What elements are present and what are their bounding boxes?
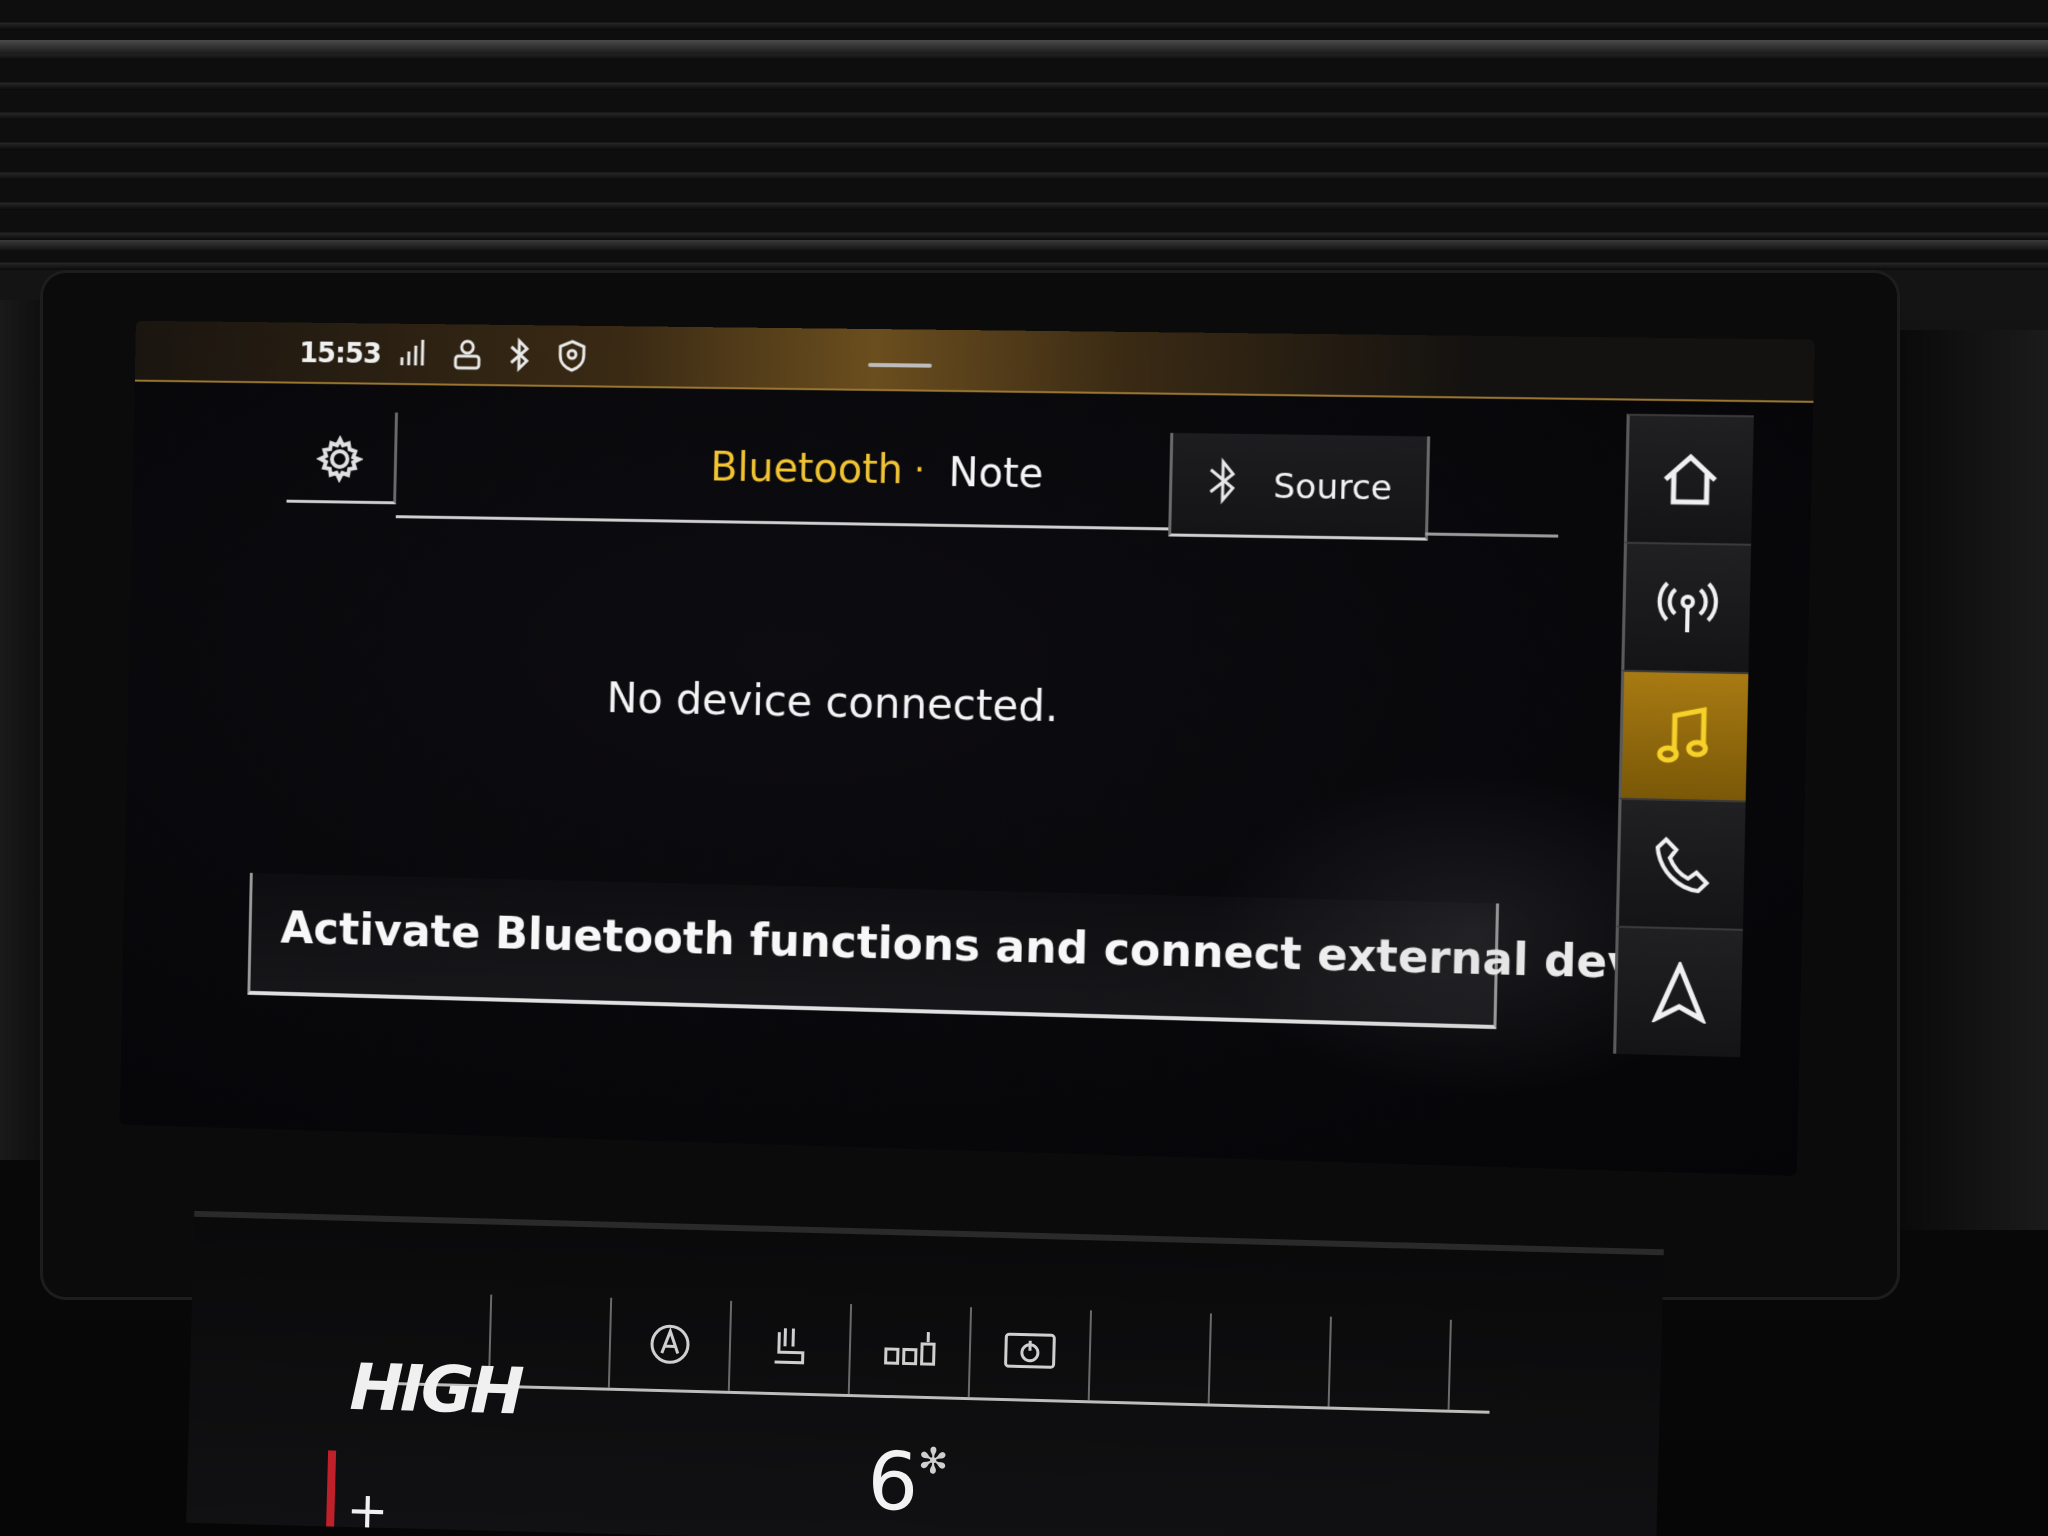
profile-icon: [449, 336, 485, 372]
source-button[interactable]: Source: [1168, 432, 1431, 541]
temperature-increase-button[interactable]: +: [346, 1481, 389, 1536]
phone-icon: [1651, 833, 1714, 895]
infotainment-screen: 15:53 Bluetooth · Note Source No device …: [119, 320, 1815, 1177]
bluetooth-icon: [501, 337, 537, 373]
header-divider: [1425, 532, 1559, 538]
fan-speed-value: 6: [866, 1434, 920, 1529]
vent-trim: [0, 40, 2048, 54]
temperature-indicator: [325, 1450, 337, 1536]
rear-seats-icon: [884, 1332, 936, 1366]
status-time: 15:53: [298, 336, 382, 370]
header-bar: Bluetooth · Note Source: [286, 411, 1564, 541]
climate-slot-9[interactable]: [1329, 1316, 1452, 1410]
bluetooth-icon: [1202, 456, 1244, 518]
auto-off-button[interactable]: [609, 1297, 733, 1391]
fan-icon: ✻: [917, 1440, 949, 1483]
header-title: Bluetooth · Note: [395, 412, 1171, 531]
title-device-name: Note: [948, 449, 1044, 498]
power-icon: [1004, 1332, 1056, 1369]
vent-trim-lower: [0, 240, 2048, 250]
seat-heat-button[interactable]: [729, 1300, 853, 1395]
climate-control-panel: HIGH 6 ✻ +: [186, 1210, 1664, 1536]
climate-power-button[interactable]: [969, 1307, 1093, 1401]
navigation-arrow-icon: [1650, 961, 1709, 1024]
car-dashboard: 15:53 Bluetooth · Note Source No device …: [0, 0, 2048, 1536]
climate-slot-7[interactable]: [1089, 1310, 1212, 1404]
seat-icon: [774, 1328, 805, 1365]
settings-button[interactable]: [286, 411, 398, 505]
fan-level-label: HIGH: [348, 1350, 523, 1430]
rear-climate-button[interactable]: [849, 1304, 973, 1398]
auto-climate-off-icon: [650, 1324, 690, 1364]
radio-antenna-icon: [1654, 577, 1721, 639]
right-trim: [1900, 330, 2048, 1230]
nav-navigation-button[interactable]: [1613, 925, 1743, 1058]
source-label: Source: [1272, 466, 1393, 509]
title-source: Bluetooth: [709, 444, 904, 494]
music-note-icon: [1653, 703, 1716, 769]
no-device-message: No device connected.: [606, 673, 1059, 732]
climate-button-row: [369, 1291, 1492, 1414]
signal-lte-icon: [396, 336, 432, 372]
climate-slot-8[interactable]: [1209, 1313, 1332, 1407]
title-separator: ·: [913, 449, 926, 491]
privacy-location-icon: [554, 337, 590, 373]
nav-media-button[interactable]: [1618, 669, 1749, 801]
gear-icon: [316, 435, 364, 483]
drag-handle[interactable]: [868, 362, 932, 368]
nav-phone-button[interactable]: [1615, 797, 1746, 929]
nav-home-button[interactable]: [1623, 413, 1754, 544]
home-icon: [1657, 451, 1724, 509]
side-navigation: [1613, 413, 1754, 1068]
nav-radio-button[interactable]: [1621, 541, 1752, 673]
